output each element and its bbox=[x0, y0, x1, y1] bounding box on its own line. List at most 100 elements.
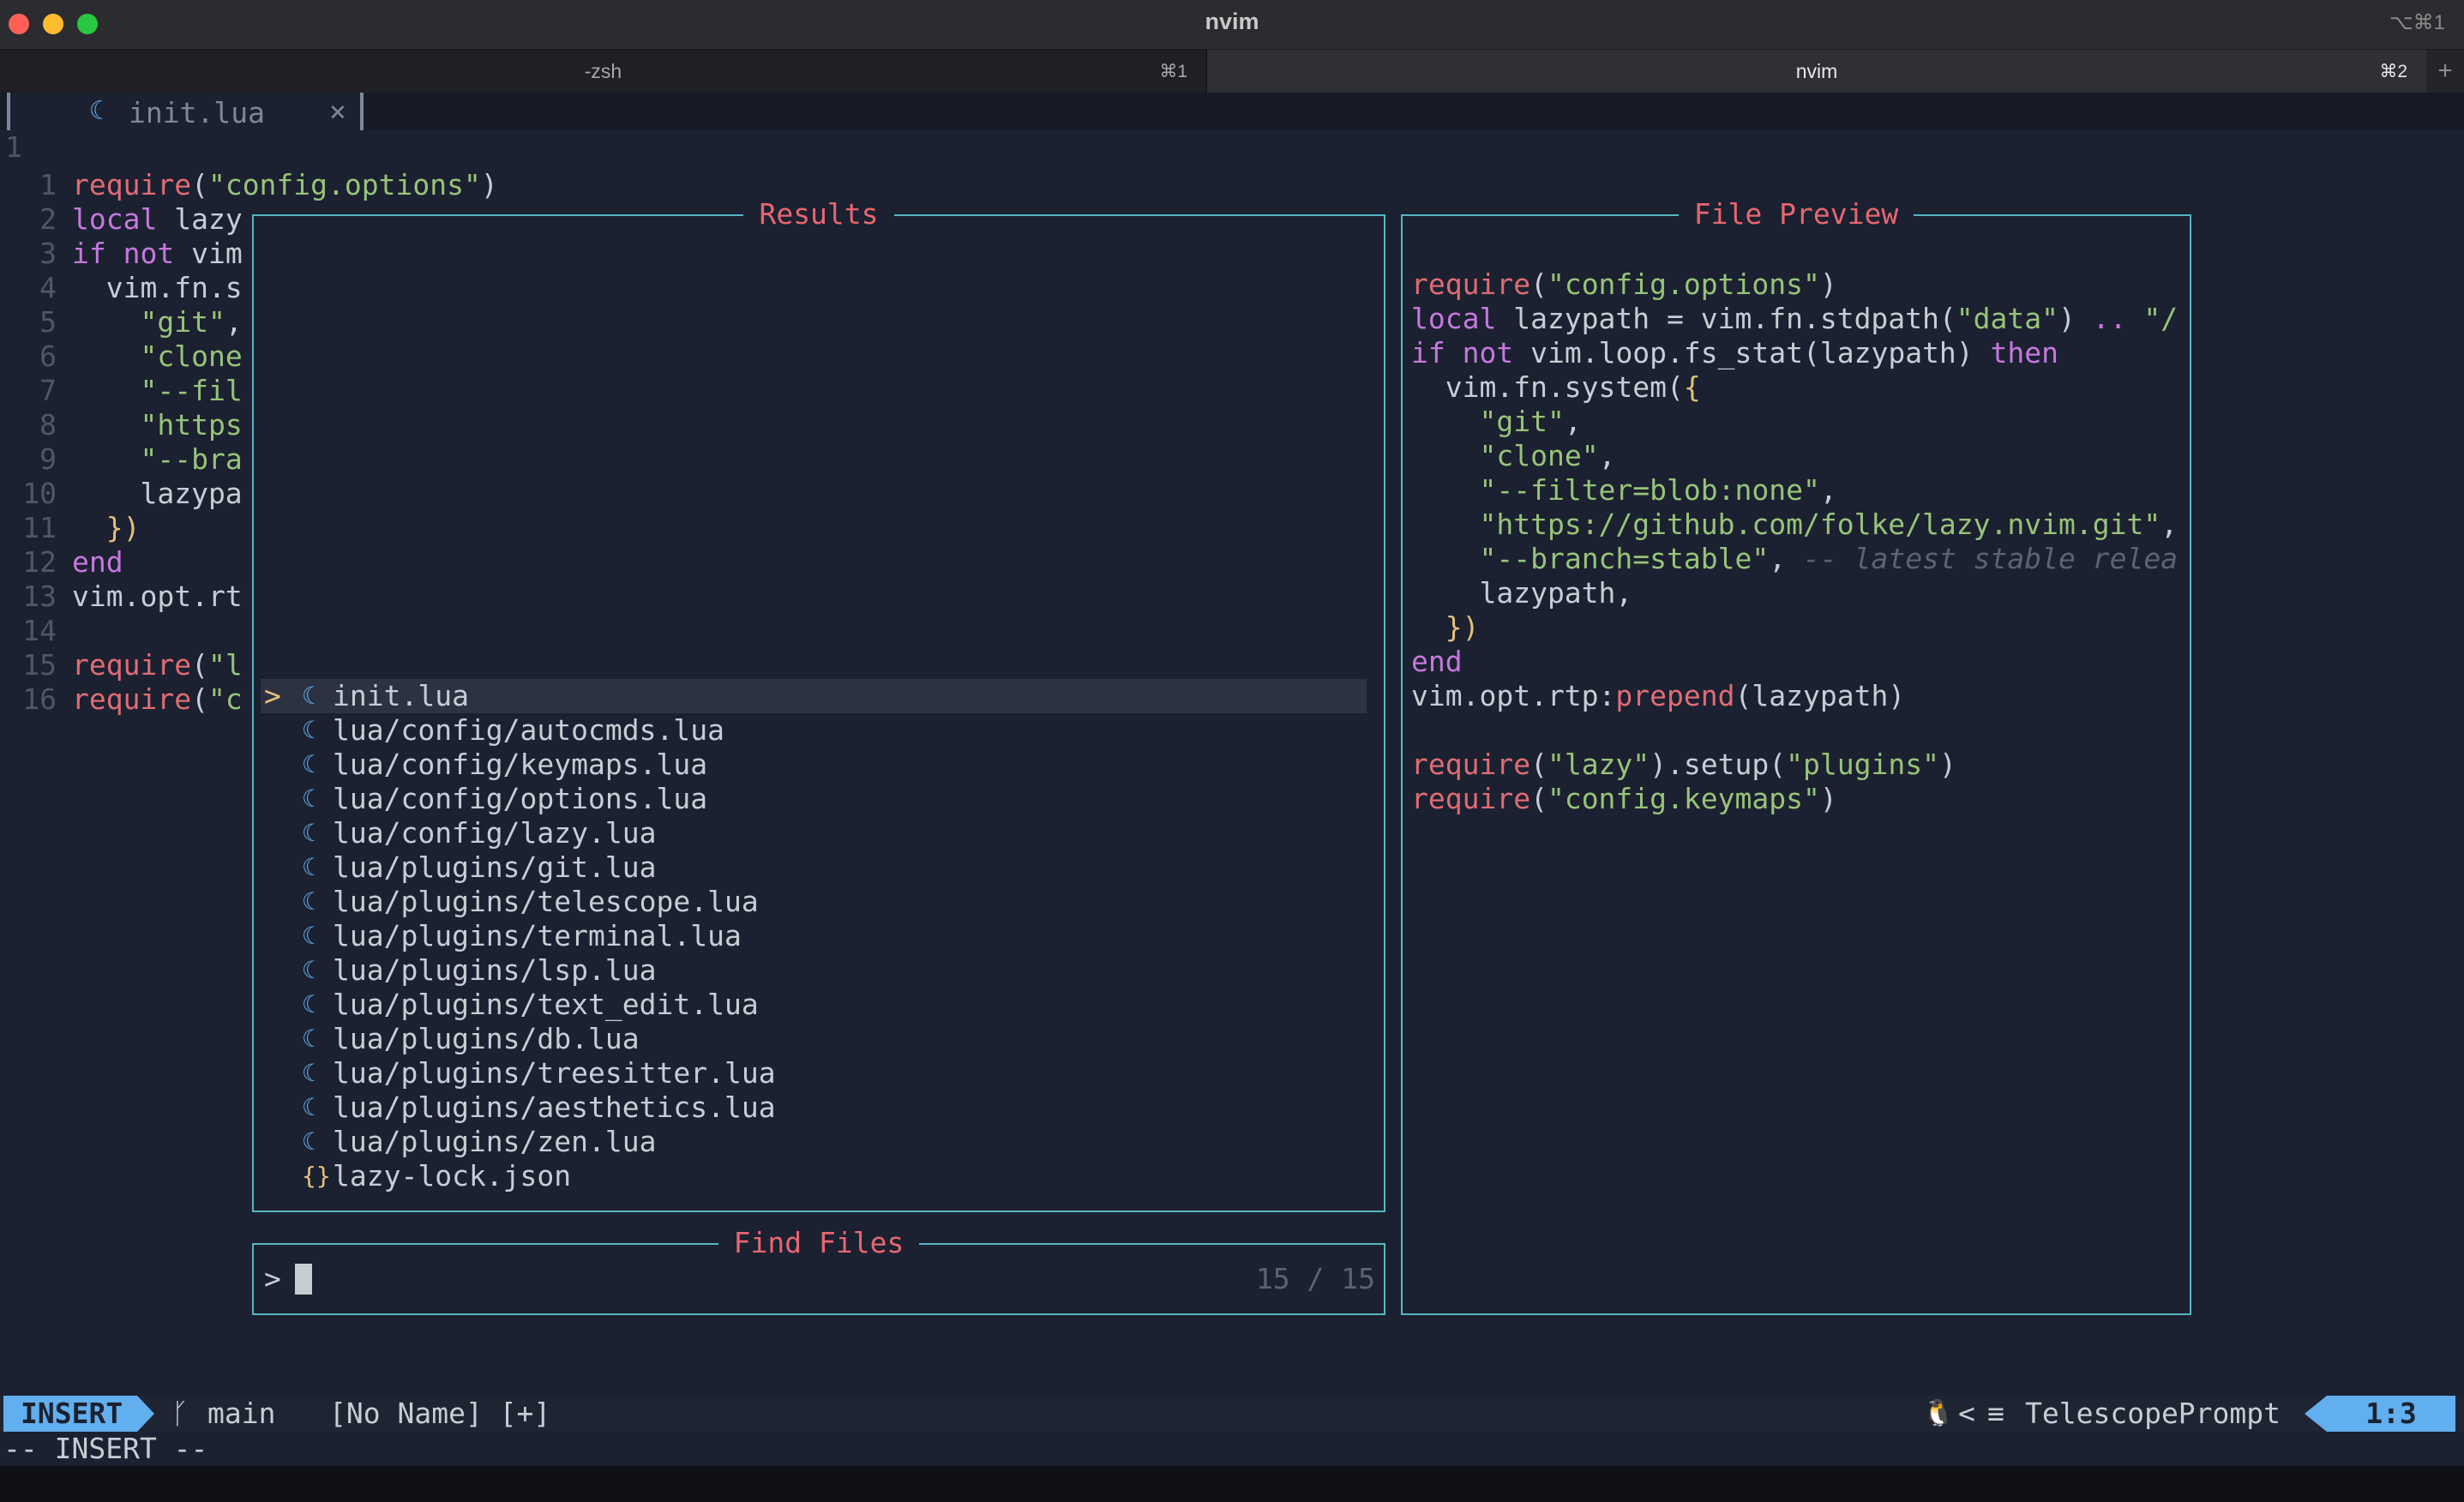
code-token: lazypa bbox=[72, 477, 243, 510]
code-token: then bbox=[1990, 336, 2059, 369]
telescope-results-panel: Results > ☾ init.lua ☾ lua/config/autocmds.l… bbox=[252, 197, 1385, 1212]
code-token: "https bbox=[140, 408, 243, 442]
code-token: }) bbox=[1445, 610, 1480, 644]
lua-file-icon: ☾ bbox=[89, 96, 105, 126]
result-item[interactable]: ☾ lua/plugins/zen.lua bbox=[261, 1125, 1367, 1159]
lua-file-icon: ☾ bbox=[302, 853, 316, 881]
terminal-tab-nvim[interactable]: nvim ⌘2 bbox=[1207, 50, 2426, 93]
terminal-tab-zsh[interactable]: -zsh ⌘1 bbox=[0, 50, 1207, 93]
result-item[interactable]: {} lazy-lock.json bbox=[261, 1159, 1367, 1193]
code-token: not bbox=[1462, 336, 1514, 369]
code-token: "--bra bbox=[140, 442, 243, 476]
command-line[interactable]: -- INSERT -- bbox=[0, 1432, 2464, 1466]
code-token: vim bbox=[174, 237, 243, 270]
code-token: { bbox=[1683, 370, 1701, 404]
terminal-tab-label: -zsh bbox=[584, 60, 622, 82]
line-number: 15 bbox=[22, 648, 57, 682]
statusline: INSERT ᚴ main [No Name] [+] 🐧 < ≡ Telesc… bbox=[0, 1396, 2464, 1432]
result-file-path: lua/plugins/treesitter.lua bbox=[333, 1056, 776, 1090]
code-token: ( bbox=[1530, 748, 1548, 781]
code-token: not bbox=[123, 237, 175, 270]
git-branch[interactable]: main bbox=[207, 1396, 275, 1432]
result-item[interactable]: ☾ lua/plugins/telescope.lua bbox=[261, 885, 1367, 919]
code-token: , bbox=[1819, 473, 1837, 507]
result-item[interactable]: ☾ lua/config/options.lua bbox=[261, 782, 1367, 816]
code-token: "https://github.com/folke/lazy.nvim.git" bbox=[1479, 508, 2161, 541]
buffer-tab-init-lua[interactable]: ☾ init.lua × bbox=[7, 93, 364, 130]
lua-file-icon: ☾ bbox=[302, 819, 316, 847]
preview-line: end bbox=[1411, 645, 1463, 679]
code-line: "--fil bbox=[72, 374, 243, 408]
result-item[interactable]: ☾ lua/plugins/aesthetics.lua bbox=[261, 1090, 1367, 1125]
code-line: vim.opt.rt bbox=[72, 580, 243, 614]
result-item[interactable]: ☾ lua/plugins/git.lua bbox=[261, 850, 1367, 885]
code-line: if not vim bbox=[72, 237, 243, 271]
result-item[interactable]: ☾ lua/plugins/db.lua bbox=[261, 1022, 1367, 1056]
git-branch-icon: ᚴ bbox=[171, 1397, 189, 1430]
result-item[interactable]: ☾ lua/plugins/treesitter.lua bbox=[261, 1056, 1367, 1090]
terminal-tab-bar: -zsh ⌘1 nvim ⌘2 + bbox=[0, 50, 2464, 93]
code-token: }) bbox=[105, 511, 141, 544]
code-token: lazy bbox=[157, 202, 243, 236]
telescope-prompt-panel: Find Files > 15 / 15 bbox=[252, 1226, 1385, 1315]
line-number: 7 bbox=[39, 374, 57, 407]
line-number: 8 bbox=[39, 408, 57, 442]
result-file-path: lua/plugins/text_edit.lua bbox=[333, 988, 759, 1021]
line-number: 12 bbox=[22, 545, 57, 579]
code-token: require bbox=[72, 682, 192, 716]
new-tab-button[interactable]: + bbox=[2426, 50, 2464, 93]
code-token: "--fil bbox=[140, 374, 243, 407]
linux-icon: 🐧 bbox=[1922, 1398, 1955, 1428]
buffer-tab-label: init.lua bbox=[129, 96, 265, 129]
result-file-path: lua/config/autocmds.lua bbox=[333, 713, 724, 747]
code-token: vim.opt.rt bbox=[72, 580, 243, 613]
code-token: vim.opt.rtp: bbox=[1411, 679, 1616, 712]
code-token: ( bbox=[1530, 782, 1548, 815]
code-token: "git" bbox=[140, 305, 225, 339]
line-number: 4 bbox=[39, 271, 57, 304]
line-number: 1 bbox=[39, 168, 57, 201]
bufferline: ☾ init.lua × bbox=[0, 93, 2464, 130]
result-file-path: lazy-lock.json bbox=[333, 1159, 572, 1193]
preview-line: lazypath, bbox=[1411, 576, 1632, 610]
code-token: local bbox=[1411, 302, 1497, 335]
code-line: require("c bbox=[72, 682, 243, 717]
json-file-icon: {} bbox=[302, 1162, 331, 1190]
mode-separator bbox=[137, 1396, 154, 1432]
code-token: , bbox=[2161, 508, 2179, 541]
preview-line: require("lazy").setup("plugins") bbox=[1411, 748, 1956, 782]
result-item[interactable]: ☾ lua/plugins/text_edit.lua bbox=[261, 988, 1367, 1022]
code-token: ( bbox=[191, 168, 208, 201]
result-item[interactable]: ☾ lua/config/keymaps.lua bbox=[261, 748, 1367, 782]
result-item[interactable]: ☾ lua/plugins/lsp.lua bbox=[261, 953, 1367, 988]
result-file-path: lua/plugins/telescope.lua bbox=[333, 885, 759, 918]
code-token: end bbox=[72, 545, 123, 579]
code-token: ) bbox=[2058, 302, 2093, 335]
cursor-position: 1:3 bbox=[2327, 1396, 2455, 1432]
code-token: "data" bbox=[1956, 302, 2058, 335]
code-token: "clone bbox=[140, 339, 243, 373]
result-file-path: lua/plugins/terminal.lua bbox=[333, 919, 742, 952]
position-separator bbox=[2305, 1396, 2327, 1432]
result-item[interactable]: ☾ lua/config/lazy.lua bbox=[261, 816, 1367, 850]
lua-file-icon: ☾ bbox=[302, 750, 316, 778]
code-token: if bbox=[72, 237, 106, 270]
lua-file-icon: ☾ bbox=[302, 922, 316, 950]
result-item[interactable]: ☾ lua/config/autocmds.lua bbox=[261, 713, 1367, 748]
code-token: require bbox=[1411, 267, 1531, 301]
window-shortcut: ⌥⌘1 bbox=[2389, 11, 2445, 34]
code-token: end bbox=[1411, 645, 1463, 678]
code-token: vim.fn.s bbox=[72, 271, 243, 304]
top-line-number: 1 bbox=[5, 130, 22, 164]
result-item[interactable]: > ☾ init.lua bbox=[261, 679, 1367, 713]
code-token: local bbox=[72, 202, 158, 236]
result-file-path: lua/plugins/lsp.lua bbox=[333, 953, 657, 987]
result-item[interactable]: ☾ lua/plugins/terminal.lua bbox=[261, 919, 1367, 953]
close-icon[interactable]: × bbox=[329, 94, 346, 128]
find-files-input[interactable] bbox=[295, 1262, 809, 1296]
